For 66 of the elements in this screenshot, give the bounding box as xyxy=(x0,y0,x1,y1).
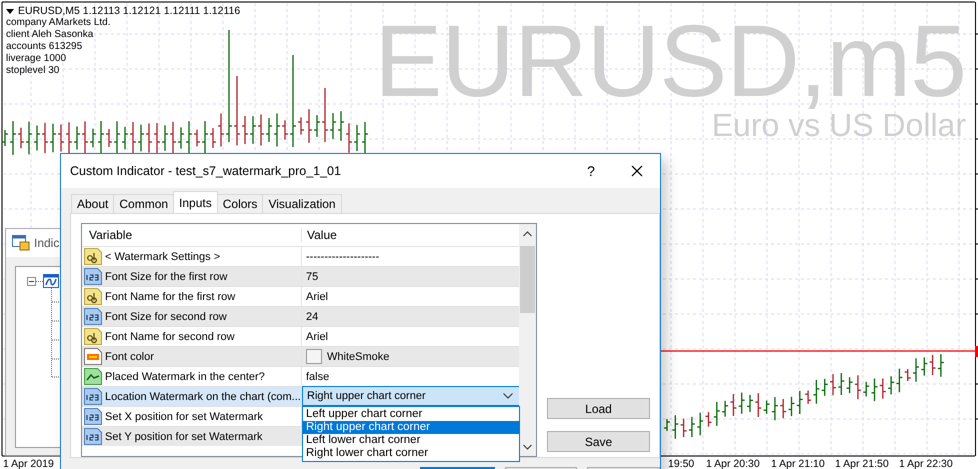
number-type-icon xyxy=(84,268,102,285)
value-text: false xyxy=(306,370,330,382)
variable-name: Font Name for the first row xyxy=(105,290,236,302)
time-label: 1 Apr 21:10 xyxy=(771,458,825,469)
account-info-line: client Aleh Sasonka xyxy=(6,29,94,41)
variable-name: < Watermark Settings > xyxy=(105,250,220,262)
value-text: -------------------- xyxy=(306,250,380,262)
value-text: 24 xyxy=(306,310,318,322)
close-icon xyxy=(631,165,643,177)
dropdown-option[interactable]: Right upper chart corner xyxy=(303,421,519,434)
variable-name: Font Name for second row xyxy=(105,330,235,342)
time-label: 1 Apr 20:30 xyxy=(706,458,760,469)
variable-name: Font Size for the first row xyxy=(105,270,228,282)
variable-name: Placed Watermark in the center? xyxy=(105,370,265,382)
number-type-icon xyxy=(84,388,102,405)
scroll-up-icon[interactable] xyxy=(523,231,532,237)
dialog-button[interactable]: Load xyxy=(547,398,650,419)
dropdown-option[interactable]: Right lower chart corner xyxy=(303,447,519,460)
table-row[interactable]: Font Size for second row 24 xyxy=(82,306,519,326)
account-info-line: company AMarkets Ltd. xyxy=(6,17,112,29)
dropdown-option[interactable]: Left lower chart corner xyxy=(303,434,519,447)
tab[interactable]: Inputs xyxy=(173,191,218,213)
window-icon xyxy=(12,235,30,251)
color-swatch xyxy=(306,349,322,364)
dialog-title: Custom Indicator - test_s7_watermark_pro_1_01 xyxy=(69,164,342,178)
symbol-quote: EURUSD,M5 1.12113 1.12121 1.12111 1.12116 xyxy=(18,5,240,17)
value-text: WhiteSmoke xyxy=(327,350,390,362)
tab[interactable]: About xyxy=(71,194,114,213)
tab[interactable]: Visualization xyxy=(262,194,342,213)
value-text: Ariel xyxy=(306,290,328,302)
account-info-line: stoplevel 30 xyxy=(6,65,60,77)
toggle-type-icon xyxy=(84,368,102,385)
variable-name: Font color xyxy=(105,350,154,362)
table-row[interactable]: Font Name for second row Ariel xyxy=(82,326,519,346)
number-type-icon xyxy=(84,408,102,425)
window-title: Indic xyxy=(34,236,60,250)
location-dropdown[interactable]: Right upper chart corner xyxy=(302,386,520,406)
variable-name: Set X position for set Watermark xyxy=(105,410,263,422)
variable-name: Location Watermark on the chart (com... xyxy=(105,390,301,402)
table-row[interactable]: < Watermark Settings > -------------------- xyxy=(82,246,519,266)
account-info-line: accounts 613295 xyxy=(6,41,84,53)
color-type-icon xyxy=(84,348,102,365)
price-marker xyxy=(975,346,978,357)
dropdown-option[interactable]: Left upper chart corner xyxy=(303,408,519,421)
caret-icon[interactable] xyxy=(6,8,14,14)
help-button[interactable]: ? xyxy=(568,156,614,186)
account-info-line: liverage 1000 xyxy=(6,53,68,65)
variable-name: Font Size for second row xyxy=(105,310,227,322)
table-row[interactable]: Font color WhiteSmoke xyxy=(82,346,519,366)
time-label: 1 Apr 22:30 xyxy=(899,458,953,469)
number-type-icon xyxy=(84,428,102,445)
variable-name: Set Y position for set Watermark xyxy=(105,430,263,442)
scrollbar[interactable] xyxy=(519,224,536,456)
time-label: 1 Apr 2019 xyxy=(3,458,54,469)
dialog-button[interactable]: Save xyxy=(547,431,650,452)
value-text: Ariel xyxy=(306,330,328,342)
table-row[interactable]: Font Size for the first row 75 xyxy=(82,266,519,286)
scroll-thumb[interactable] xyxy=(520,246,535,313)
column-header[interactable]: Variable xyxy=(82,228,301,242)
value-text: 75 xyxy=(306,270,318,282)
chevron-down-icon xyxy=(503,393,513,399)
scroll-down-icon[interactable] xyxy=(523,444,532,450)
table-row[interactable]: Font Name for the first row Ariel xyxy=(82,286,519,306)
time-label: 19:50 xyxy=(668,458,694,469)
number-type-icon xyxy=(84,308,102,325)
time-label: 1 Apr 21:50 xyxy=(835,458,889,469)
